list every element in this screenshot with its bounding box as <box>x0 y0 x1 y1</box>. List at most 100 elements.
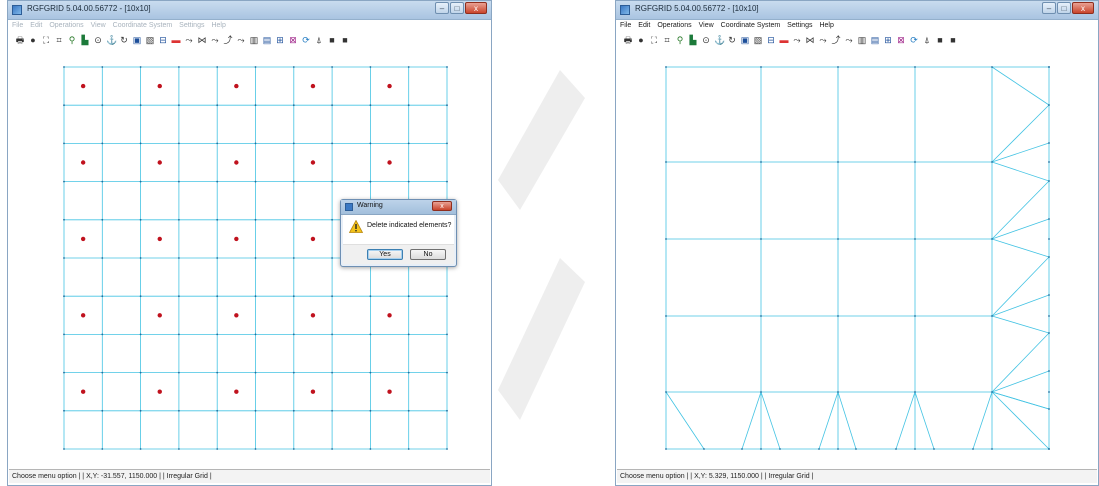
grid-add-icon[interactable]: ⊞ <box>275 35 285 45</box>
no-button[interactable]: No <box>410 249 446 260</box>
grid-node <box>139 218 142 221</box>
grid-node <box>914 66 916 68</box>
zoom-icon[interactable]: ⚲ <box>67 35 77 45</box>
menu-coordinate-system[interactable]: Coordinate System <box>721 20 781 31</box>
menu-file[interactable]: File <box>620 20 631 31</box>
dialog-close-button[interactable]: x <box>432 201 452 211</box>
black-square-2-icon[interactable]: ■ <box>948 35 958 45</box>
grid-plot-right[interactable] <box>616 49 1098 465</box>
anchor-icon[interactable]: ⚓ <box>714 35 725 45</box>
menu-operations[interactable]: Operations <box>49 20 83 31</box>
spline-move-icon[interactable]: ⤳ <box>818 35 828 45</box>
menu-view[interactable]: View <box>91 20 106 31</box>
spline-add-icon[interactable]: ⤳ <box>184 35 194 45</box>
select-box-icon[interactable]: ▣ <box>740 35 750 45</box>
menu-edit[interactable]: Edit <box>30 20 42 31</box>
title-bar[interactable]: RGFGRID 5.04.00.56772 - [10x10] – □ x <box>616 1 1098 20</box>
app-icon <box>620 5 630 15</box>
anchor-icon[interactable]: ⚓ <box>106 35 117 45</box>
menu-help[interactable]: Help <box>819 20 833 31</box>
target-icon[interactable]: ⊙ <box>93 35 103 45</box>
spline-delete-icon[interactable]: ⋈ <box>805 35 815 45</box>
grid-node <box>63 295 65 298</box>
grid-join-icon[interactable]: ▤ <box>870 35 880 45</box>
spline-icon[interactable]: ⊟ <box>158 35 168 45</box>
transition-edge <box>991 332 1050 393</box>
grid-join-icon[interactable]: ▤ <box>262 35 272 45</box>
deselect-icon[interactable]: ▧ <box>145 35 155 45</box>
menu-file[interactable]: File <box>12 20 23 31</box>
transition-edge <box>665 391 705 450</box>
grid-node <box>63 333 65 336</box>
refresh-icon[interactable]: ↻ <box>727 35 737 45</box>
close-button[interactable]: x <box>465 2 487 14</box>
grid-delete-icon[interactable]: ⊠ <box>896 35 906 45</box>
refresh-icon[interactable]: ↻ <box>119 35 129 45</box>
grid-canvas-right[interactable] <box>616 49 1098 465</box>
black-square-icon[interactable]: ■ <box>327 35 337 45</box>
window-title: RGFGRID 5.04.00.56772 - [10x10] <box>27 4 151 13</box>
menu-help[interactable]: Help <box>211 20 225 31</box>
dialog-title-bar[interactable]: Warning x <box>341 200 456 215</box>
grid-node <box>292 180 295 183</box>
close-button[interactable]: x <box>1072 2 1094 14</box>
grid-refine-icon[interactable]: ▥ <box>249 35 259 45</box>
grid-node <box>665 66 667 68</box>
spline-split-icon[interactable]: ⤳ <box>844 35 854 45</box>
maximize-button[interactable]: □ <box>450 2 464 14</box>
grid-node <box>665 161 667 163</box>
chart-icon[interactable]: ▙ <box>80 35 90 45</box>
zoom-icon[interactable]: ⚲ <box>675 35 685 45</box>
spline-move-icon[interactable]: ⤳ <box>210 35 220 45</box>
print-icon[interactable]: 🖶 <box>623 35 633 45</box>
transition-edge <box>991 142 1050 163</box>
zoom-fit-icon[interactable]: ⛶ <box>649 35 659 45</box>
minimize-button[interactable]: – <box>435 2 449 14</box>
marked-point <box>157 160 162 165</box>
spline-insert-icon[interactable]: ⤴ <box>223 35 233 45</box>
spline-add-icon[interactable]: ⤳ <box>792 35 802 45</box>
menu-edit[interactable]: Edit <box>638 20 650 31</box>
select-box-icon[interactable]: ▣ <box>132 35 142 45</box>
grid-icon[interactable]: ⌗ <box>662 35 672 45</box>
maximize-button[interactable]: □ <box>1057 2 1071 14</box>
menu-operations[interactable]: Operations <box>657 20 691 31</box>
smooth-icon[interactable]: ⍋ <box>314 35 324 45</box>
smooth-icon[interactable]: ⍋ <box>922 35 932 45</box>
colorbar-icon[interactable]: ▬ <box>171 35 181 45</box>
grid-node <box>1048 66 1050 68</box>
minimize-button[interactable]: – <box>1042 2 1056 14</box>
title-bar[interactable]: RGFGRID 5.04.00.56772 - [10x10] – □ x <box>8 1 491 20</box>
grid-delete-icon[interactable]: ⊠ <box>288 35 298 45</box>
menu-view[interactable]: View <box>699 20 714 31</box>
black-square-2-icon[interactable]: ■ <box>340 35 350 45</box>
black-square-icon[interactable]: ■ <box>935 35 945 45</box>
watermark-stroke <box>498 258 585 420</box>
print-icon[interactable]: 🖶 <box>15 35 25 45</box>
menu-settings[interactable]: Settings <box>179 20 204 31</box>
menu-settings[interactable]: Settings <box>787 20 812 31</box>
chart-icon[interactable]: ▙ <box>688 35 698 45</box>
spline-insert-icon[interactable]: ⤴ <box>831 35 841 45</box>
sphere-icon[interactable]: ● <box>636 35 646 45</box>
orthogonalise-icon[interactable]: ⟳ <box>909 35 919 45</box>
status-bar: Choose menu option | | X,Y: 5.329, 1150.… <box>617 469 1097 483</box>
grid-icon[interactable]: ⌗ <box>54 35 64 45</box>
orthogonalise-icon[interactable]: ⟳ <box>301 35 311 45</box>
menu-coordinate-system[interactable]: Coordinate System <box>113 20 173 31</box>
sphere-icon[interactable]: ● <box>28 35 38 45</box>
spline-icon[interactable]: ⊟ <box>766 35 776 45</box>
grid-node <box>63 142 65 145</box>
deselect-icon[interactable]: ▧ <box>753 35 763 45</box>
spline-delete-icon[interactable]: ⋈ <box>197 35 207 45</box>
grid-add-icon[interactable]: ⊞ <box>883 35 893 45</box>
grid-node <box>407 66 410 68</box>
spline-split-icon[interactable]: ⤳ <box>236 35 246 45</box>
grid-node <box>369 371 372 374</box>
grid-node <box>63 218 65 221</box>
colorbar-icon[interactable]: ▬ <box>779 35 789 45</box>
grid-refine-icon[interactable]: ▥ <box>857 35 867 45</box>
target-icon[interactable]: ⊙ <box>701 35 711 45</box>
yes-button[interactable]: Yes <box>367 249 403 260</box>
zoom-fit-icon[interactable]: ⛶ <box>41 35 51 45</box>
